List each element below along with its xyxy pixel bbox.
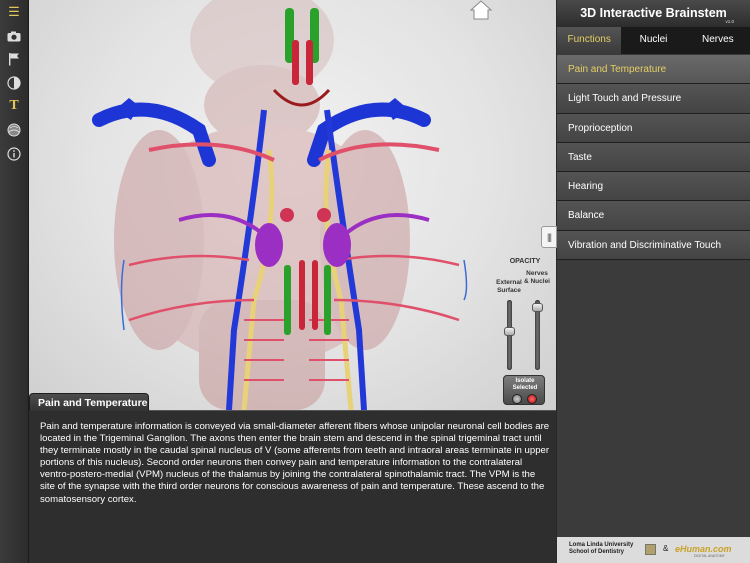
school-name-line1: Loma Linda University [569,542,634,548]
text-icon[interactable]: T [5,97,23,115]
sidebar-empty-area [557,262,750,537]
function-item-proprioception[interactable]: Proprioception [557,113,750,143]
opacity-title: OPACITY [509,258,541,265]
info-description: Pain and temperature information is conv… [40,421,550,505]
globe-icon[interactable] [5,121,23,139]
flag-icon[interactable] [5,50,23,68]
school-name: Loma Linda University School of Dentistr… [569,542,633,556]
tab-functions[interactable]: Functions [557,27,622,54]
external-surface-slider-knob[interactable] [504,327,515,337]
function-item-hearing[interactable]: Hearing [557,172,750,202]
school-name-line2: School of Dentistry [569,549,625,555]
sidebar-collapse-handle[interactable]: ||| [541,226,557,248]
info-panel-title-tab[interactable]: Pain and Temperature [29,393,149,411]
left-toolbar: ☰ T [0,0,29,563]
nerves-nuclei-slider-knob[interactable] [532,303,543,313]
isolate-off-toggle[interactable] [512,394,522,404]
camera-icon[interactable] [5,27,23,45]
isolate-on-toggle[interactable] [527,394,537,404]
info-icon[interactable] [5,145,23,163]
brainstem-3d-viewport[interactable]: OPACITY External Surface Nerves & Nuclei… [29,0,556,410]
school-logo-icon [645,544,656,555]
home-icon[interactable] [470,0,492,20]
nerves-nuclei-label: Nerves & Nuclei [523,270,550,285]
half-circle-icon[interactable] [5,74,23,92]
isolate-selected-label: Isolate Selected [512,378,538,391]
isolate-selected-button[interactable]: Isolate Selected [503,375,545,405]
function-item-vibration[interactable]: Vibration and Discriminative Touch [557,230,750,261]
function-item-light-touch[interactable]: Light Touch and Pressure [557,84,750,114]
external-surface-slider[interactable] [504,300,515,370]
functions-list: Pain and Temperature Light Touch and Pre… [557,55,750,261]
tab-nerves[interactable]: Nerves [686,27,750,54]
brainstem-model[interactable] [29,0,556,410]
right-sidebar: 3D Interactive Brainstem v1.0 Functions … [557,0,750,563]
menu-list-icon[interactable]: ☰ [5,3,23,21]
function-item-taste[interactable]: Taste [557,142,750,173]
external-surface-label: External Surface [496,279,522,294]
function-item-balance[interactable]: Balance [557,201,750,231]
partner-logo: eHuman.com [675,544,732,554]
function-item-pain-temperature[interactable]: Pain and Temperature [557,55,750,85]
sidebar-tabs: Functions Nuclei Nerves [557,27,750,54]
info-panel: Pain and temperature information is conv… [29,410,556,563]
nerves-nuclei-slider[interactable] [532,300,543,370]
sidebar-footer: Loma Linda University School of Dentistr… [557,537,750,563]
tab-nuclei[interactable]: Nuclei [621,27,685,54]
app-version: v1.0 [725,19,734,24]
ampersand: & [663,544,669,553]
app-title: 3D Interactive Brainstem [557,0,750,27]
partner-tagline: DIGITAL ANATOMY [694,554,725,558]
